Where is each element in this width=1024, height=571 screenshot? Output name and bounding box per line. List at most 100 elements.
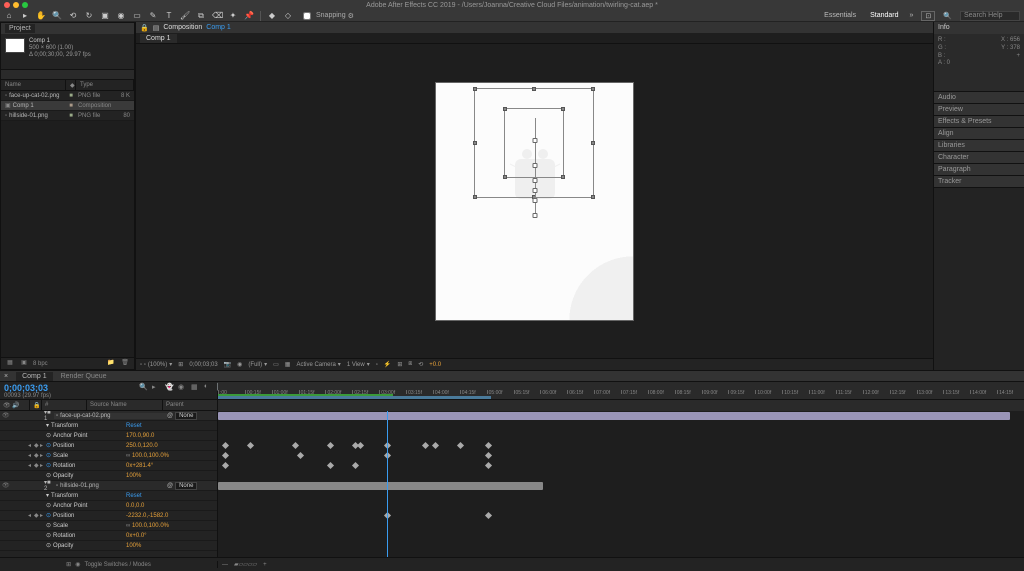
prop-value[interactable]: 100.0,100.0% xyxy=(126,523,169,529)
traffic-lights[interactable] xyxy=(4,2,28,8)
timeline-tab-comp[interactable]: Comp 1 xyxy=(16,372,53,381)
speaker-icon[interactable]: 🔊 xyxy=(12,403,19,409)
keyframe-icon[interactable] xyxy=(432,442,439,449)
stopwatch-icon[interactable]: ⊙ xyxy=(46,542,51,549)
selection-tool-icon[interactable]: ▸ xyxy=(20,11,30,21)
align-panel-header[interactable]: Align xyxy=(934,128,1024,140)
interpret-footage-icon[interactable]: ▦ xyxy=(5,359,15,369)
comp-tab[interactable]: Comp 1 xyxy=(140,34,177,43)
motion-keyframe-icon[interactable] xyxy=(532,138,537,143)
prev-kf-icon[interactable]: ◂ xyxy=(28,462,33,469)
keyframe-icon[interactable] xyxy=(352,462,359,469)
add-kf-icon[interactable]: ◆ xyxy=(34,442,39,449)
tl-frame-blend-icon[interactable]: ▦ xyxy=(191,383,201,393)
keyframe-icon[interactable] xyxy=(485,442,492,449)
rotate-tool-icon[interactable]: ↻ xyxy=(84,11,94,21)
local-axis-icon[interactable]: ◆ xyxy=(267,11,277,21)
label-color-icon[interactable]: ■ xyxy=(66,93,76,99)
region-icon[interactable]: ▭ xyxy=(273,361,279,368)
panel-lock-icon[interactable]: 🔒 xyxy=(140,24,149,32)
zoom-slider[interactable]: ▰▱▱▱▱ xyxy=(234,561,257,568)
transparency-grid-icon[interactable]: ▦ xyxy=(285,361,291,368)
prev-kf-icon[interactable]: ◂ xyxy=(28,512,33,519)
prop-value[interactable]: 170.0,90.0 xyxy=(126,433,154,439)
col-type[interactable]: Type xyxy=(76,80,134,90)
puppet-tool-icon[interactable]: 📌 xyxy=(244,11,254,21)
pen-tool-icon[interactable]: ✎ xyxy=(148,11,158,21)
tl-comp-mini-icon[interactable]: ▸ xyxy=(152,383,162,393)
keyframe-icon[interactable] xyxy=(297,452,304,459)
project-item-row[interactable]: ▫face-up-cat-02.png ■ PNG file 8 K xyxy=(1,91,134,101)
hand-tool-icon[interactable]: ✋ xyxy=(36,11,46,21)
layer-duration-bar[interactable] xyxy=(218,412,1010,420)
current-time[interactable]: 0;00;03;03 xyxy=(4,383,48,393)
project-tab[interactable]: Project xyxy=(5,24,35,33)
stopwatch-active-icon[interactable]: ⊙ xyxy=(46,442,51,449)
layer-row[interactable]: 👁 ▾■ 2 ▫hillside-01.png @None xyxy=(0,481,217,491)
motion-keyframe-icon[interactable] xyxy=(532,178,537,183)
pixel-aspect-icon[interactable]: ▫ xyxy=(376,362,378,368)
keyframe-icon[interactable] xyxy=(222,442,229,449)
effects-presets-panel-header[interactable]: Effects & Presets xyxy=(934,116,1024,128)
label-color-icon[interactable]: ■ xyxy=(66,103,76,109)
zoom-slider-icon[interactable]: ◉ xyxy=(75,561,80,568)
resolution-dropdown[interactable]: (Full) ▾ xyxy=(248,361,267,368)
new-comp-icon[interactable]: ▣ xyxy=(19,359,29,369)
eraser-tool-icon[interactable]: ⌫ xyxy=(212,11,222,21)
libraries-panel-header[interactable]: Libraries xyxy=(934,140,1024,152)
paragraph-panel-header[interactable]: Paragraph xyxy=(934,164,1024,176)
motion-keyframe-icon[interactable] xyxy=(532,163,537,168)
prop-value[interactable]: 100% xyxy=(126,543,141,549)
reset-link[interactable]: Reset xyxy=(126,423,142,429)
type-tool-icon[interactable]: T xyxy=(164,11,174,21)
motion-keyframe-icon[interactable] xyxy=(532,188,537,193)
parent-dropdown[interactable]: None xyxy=(175,482,197,490)
prop-value[interactable]: 100.0,100.0% xyxy=(126,453,169,459)
tl-shy-icon[interactable]: 👻 xyxy=(165,383,175,393)
comp-flowchart-icon[interactable]: ⧈ xyxy=(408,361,412,368)
bit-depth[interactable]: 8 bpc xyxy=(33,361,48,367)
motion-keyframe-icon[interactable] xyxy=(532,213,537,218)
reset-link[interactable]: Reset xyxy=(126,493,142,499)
pan-behind-tool-icon[interactable]: ◉ xyxy=(116,11,126,21)
keyframe-icon[interactable] xyxy=(247,442,254,449)
stopwatch-active-icon[interactable]: ⊙ xyxy=(46,512,51,519)
prop-value[interactable]: 100% xyxy=(126,473,141,479)
view-layout-dropdown[interactable]: 1 View ▾ xyxy=(347,361,370,368)
project-item-row[interactable]: ▫hillside-01.png ■ PNG file 80 xyxy=(1,111,134,121)
info-panel-header[interactable]: Info xyxy=(934,22,1024,34)
minimize-window-icon[interactable] xyxy=(13,2,19,8)
stopwatch-icon[interactable]: ⊙ xyxy=(46,522,51,529)
toggle-switches-modes[interactable]: Toggle Switches / Modes xyxy=(84,562,150,568)
col-label-icon[interactable]: ◆ xyxy=(66,80,76,90)
preview-panel-header[interactable]: Preview xyxy=(934,104,1024,116)
keyframe-icon[interactable] xyxy=(422,442,429,449)
stopwatch-icon[interactable]: ⊙ xyxy=(46,432,51,439)
keyframe-icon[interactable] xyxy=(292,442,299,449)
prop-value[interactable]: 0x+281.4° xyxy=(126,463,153,469)
snapping-options-icon[interactable]: ⚙ xyxy=(348,12,354,20)
time-ruler[interactable]: :0000:15f01:00f01:15f02:00f02:15f03:00f0… xyxy=(218,382,1024,400)
prop-value[interactable]: 250.0,120.0 xyxy=(126,443,158,449)
keyframe-icon[interactable] xyxy=(357,442,364,449)
source-name-col[interactable]: Source Name xyxy=(87,400,163,410)
tl-search-icon[interactable]: 🔍 xyxy=(139,383,149,393)
twirl-down-icon[interactable]: ▾ xyxy=(46,422,49,429)
snapping-checkbox[interactable] xyxy=(303,12,311,20)
roto-tool-icon[interactable]: ✦ xyxy=(228,11,238,21)
timeline-tab-render-queue[interactable]: Render Queue xyxy=(61,373,107,380)
pickwhip-icon[interactable]: @ xyxy=(167,483,173,489)
fast-preview-icon[interactable]: ⚡ xyxy=(384,361,391,368)
keyframe-icon[interactable] xyxy=(485,452,492,459)
stopwatch-active-icon[interactable]: ⊙ xyxy=(46,452,51,459)
keyframe-icon[interactable] xyxy=(327,442,334,449)
eye-icon[interactable]: 👁 xyxy=(3,403,11,409)
tl-lock-icon[interactable]: × xyxy=(4,373,8,380)
tl-draft3d-icon[interactable]: ◉ xyxy=(178,383,188,393)
exposure-value[interactable]: +0.0 xyxy=(429,362,441,368)
video-toggle-icon[interactable]: 👁 xyxy=(2,412,8,419)
prev-kf-icon[interactable]: ◂ xyxy=(28,452,33,459)
home-icon[interactable]: ⌂ xyxy=(4,11,14,21)
add-kf-icon[interactable]: ◆ xyxy=(34,452,39,459)
twirl-down-icon[interactable]: ▾ xyxy=(46,492,49,499)
